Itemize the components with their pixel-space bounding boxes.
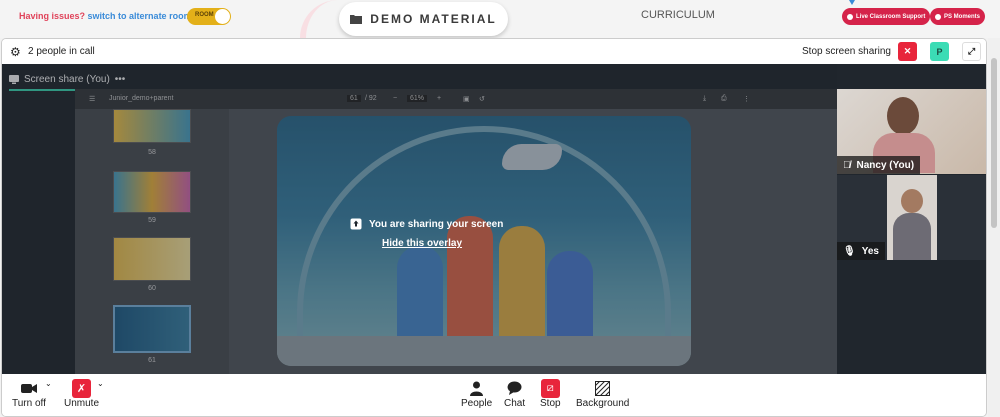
camera-button[interactable]: Turn off [12,378,46,409]
chat-button[interactable]: Chat [504,378,525,409]
issue-text: Having issues? [19,11,86,21]
sharing-message: You are sharing your screen [350,218,503,230]
call-header: ⚙ 2 people in call Stop screen sharing ✕… [2,39,986,64]
mic-icon: 🎙 [843,245,856,257]
stop-label: Stop [540,398,561,409]
folder-icon [350,15,363,24]
avatar[interactable]: P [930,42,949,61]
hide-overlay-link[interactable]: Hide this overlay [382,238,462,249]
mic-label: Unmute [64,398,100,409]
chevron-down-icon[interactable]: ⌄ [97,379,104,388]
participant-name-tag: 🎙 Yes [837,242,885,260]
live-support-label: Live Classroom Support [856,13,926,20]
support-icon [847,13,853,20]
upload-screen-icon [350,218,362,230]
chevron-down-icon[interactable]: ⌄ [45,379,52,388]
issue-notice: Having issues? switch to alternate room [19,11,192,21]
participant-name: Yes [861,245,879,257]
ps-moments-label: PS Moments [944,13,981,20]
camera-icon [20,378,37,398]
participant-video-tile[interactable]: 🎙 Yes [837,175,986,260]
participant-name-tag: 🎙̸ Nancy (You) [837,156,921,174]
participant-video-tile[interactable]: 🎙̸ Nancy (You) [837,89,986,174]
participant-name: Nancy (You) [856,159,915,171]
decorative-arc [300,0,340,38]
demo-material-label: DEMO MATERIAL [370,12,497,26]
stop-share-button[interactable]: ⧄ Stop [540,378,561,409]
people-label: People [461,398,493,409]
person-icon [470,378,484,398]
call-controls: Turn off ⌄ ✗ Unmute ⌄ People Chat ⧄ Stop… [2,374,986,416]
people-button[interactable]: People [461,378,492,409]
screen-share-stage: Screen share (You) ••• ☰ Junior_demo+par… [2,64,986,374]
top-bar: Having issues? switch to alternate room … [0,0,1000,38]
background-label: Background [576,398,630,409]
participant-video [887,175,937,260]
mic-off-icon: ✗ [72,378,91,398]
demo-material-button[interactable]: DEMO MATERIAL [339,2,508,36]
participant-head [887,97,919,135]
live-support-button[interactable]: Live Classroom Support [842,8,931,25]
stop-sharing-label: Stop screen sharing [802,46,891,57]
alternate-room-link[interactable]: switch to alternate room [88,11,192,21]
curriculum-tab[interactable]: CURRICULUM [641,9,715,21]
close-icon: ✕ [903,46,912,56]
room-toggle-label: ROOM [195,12,214,18]
ps-moments-button[interactable]: PS Moments [930,8,986,25]
background-icon [595,378,611,398]
call-panel: ⚙ 2 people in call Stop screen sharing ✕… [1,38,987,417]
camera-label: Turn off [12,398,46,409]
indicator-caret-icon [849,0,855,5]
stop-sharing-button[interactable]: ✕ [898,42,917,61]
sharing-message-text: You are sharing your screen [369,218,504,230]
people-count: 2 people in call [28,46,95,57]
scrollbar-thumb[interactable] [991,58,997,228]
chat-icon [507,378,522,398]
chat-label: Chat [504,398,526,409]
toggle-knob [215,9,230,24]
mic-button[interactable]: ✗ Unmute [64,378,99,409]
moments-icon [935,13,941,20]
stop-screen-share-icon: ⧄ [540,378,560,398]
page-scrollbar[interactable] [988,38,1000,417]
sharing-overlay: You are sharing your screen Hide this ov… [2,64,837,374]
expand-icon: ⤢ [967,46,976,56]
mic-off-icon: 🎙̸ [843,159,851,171]
background-button[interactable]: Background [576,378,629,409]
gear-icon[interactable]: ⚙ [10,45,21,59]
fullscreen-button[interactable]: ⤢ [962,42,981,61]
participant-head [901,189,923,213]
room-toggle[interactable]: ROOM [187,8,231,25]
participant-body [893,213,931,260]
